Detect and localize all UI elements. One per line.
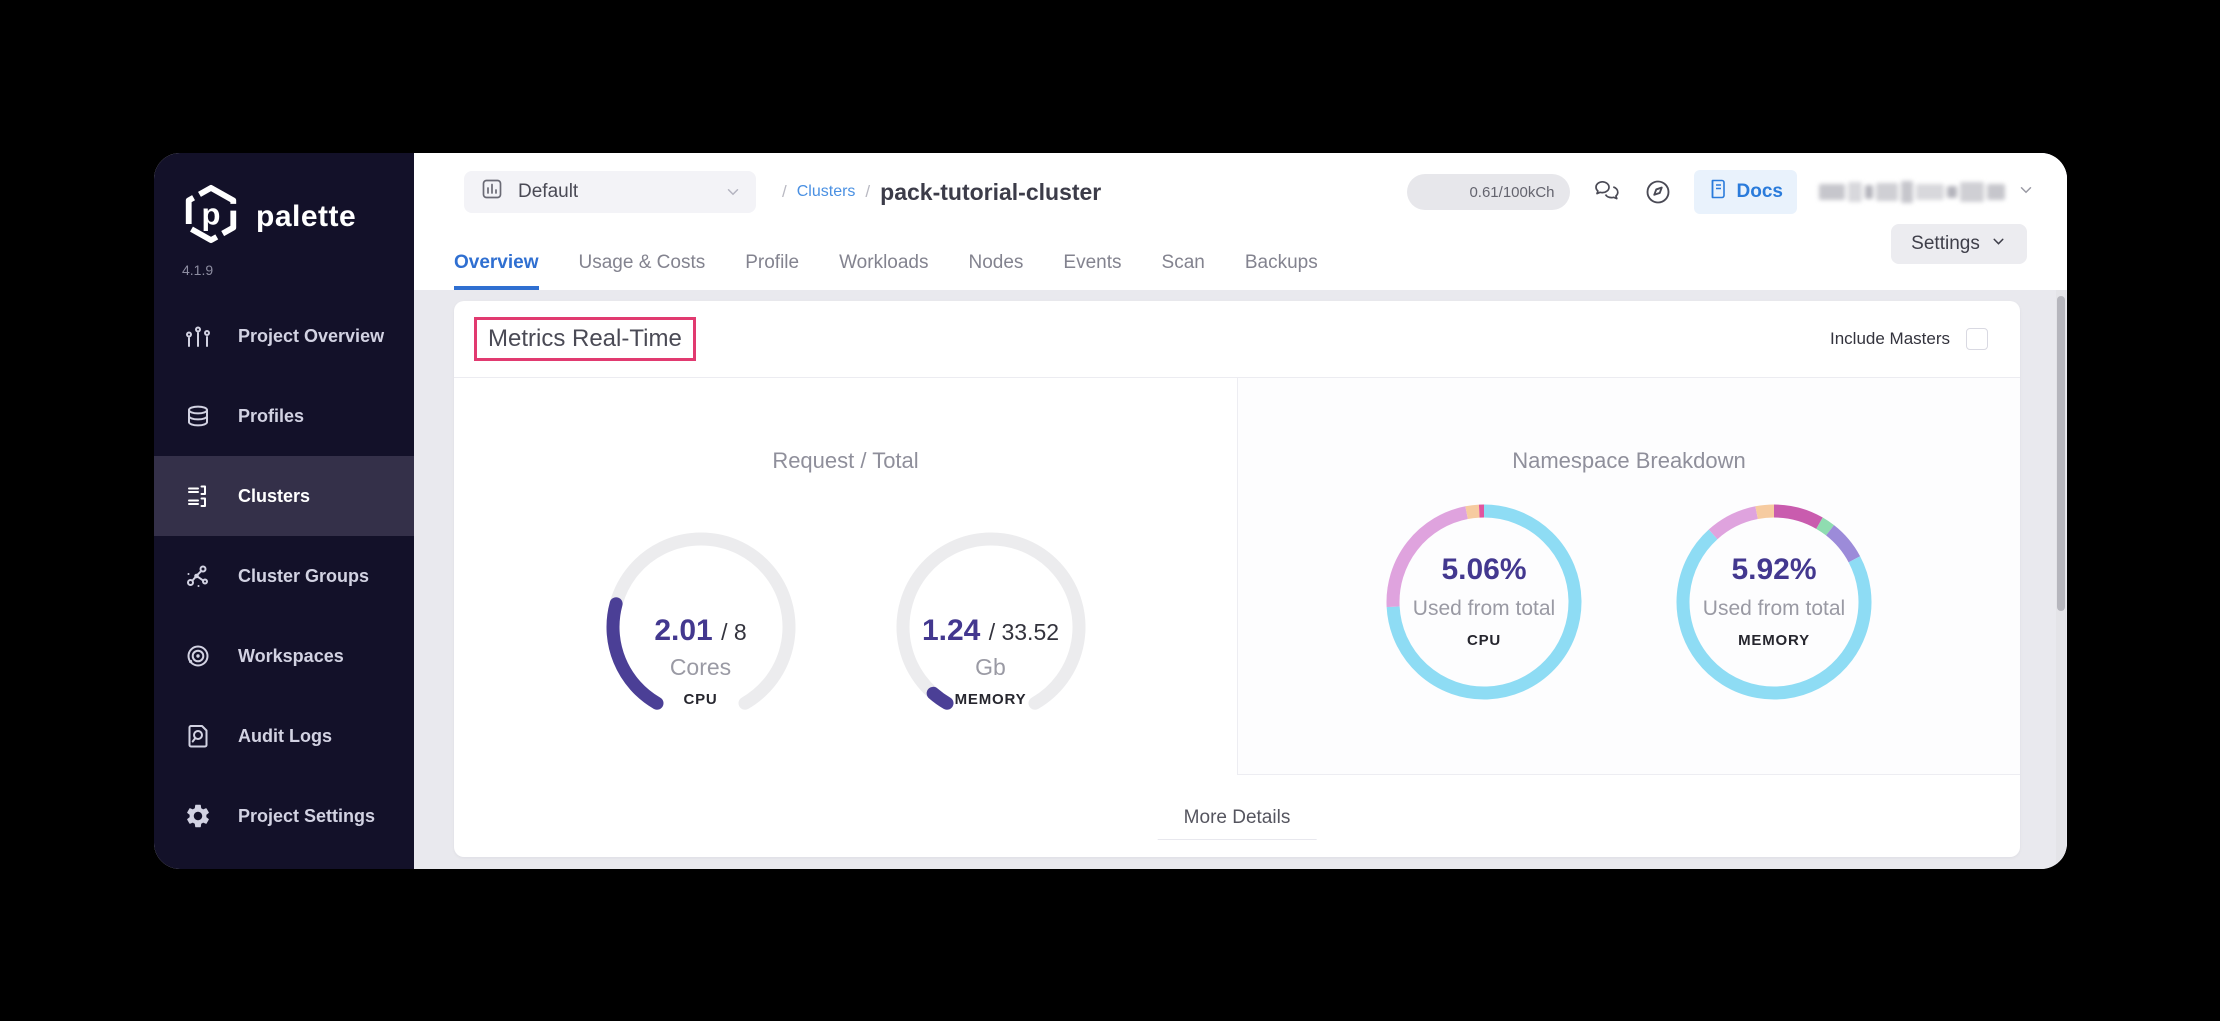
namespace-breakdown-panel: Namespace Breakdown 5.06% Used from tota… <box>1237 378 2020 775</box>
sidebar-item-label: Project Overview <box>238 326 384 347</box>
tab-bar: Overview Usage & Costs Profile Workloads Nod… <box>454 252 1318 290</box>
gauge-cpu: 2.01 / 8 Cores CPU <box>602 528 800 726</box>
docs-button[interactable]: Docs <box>1694 170 1797 214</box>
gauges-row: 2.01 / 8 Cores CPU 1.24 / 33.52 Gb MEMOR… <box>454 528 1237 726</box>
app-name: palette <box>256 200 356 234</box>
user-name-redacted <box>1819 181 2005 203</box>
gauge-value: 1.24 / 33.52 <box>892 614 1090 648</box>
feedback-chat-button[interactable] <box>1592 178 1622 206</box>
gauge-memory: 1.24 / 33.52 Gb MEMORY <box>892 528 1090 726</box>
sidebar-item-label: Project Settings <box>238 806 375 827</box>
include-masters-checkbox[interactable] <box>1966 328 1988 350</box>
project-selector-value: Default <box>518 181 578 203</box>
breadcrumb-current: pack-tutorial-cluster <box>880 179 1101 206</box>
project-selector[interactable]: Default <box>464 171 756 213</box>
sidebar-item-cluster-groups[interactable]: Cluster Groups <box>154 536 414 616</box>
include-masters: Include Masters <box>1830 328 1988 350</box>
settings-button[interactable]: Settings <box>1891 224 2027 264</box>
metrics-card-header: Metrics Real-Time Include Masters <box>454 301 2020 378</box>
sidebar-item-label: Profiles <box>238 406 304 427</box>
cluster-list-icon <box>184 482 212 510</box>
donut-cpu: 5.06% Used from total CPU <box>1385 503 1583 701</box>
breadcrumb-separator: / <box>782 182 787 202</box>
scrollbar-thumb[interactable] <box>2057 296 2065 611</box>
palette-logo-icon: p <box>180 183 242 250</box>
more-details-button[interactable]: More Details <box>1158 807 1317 840</box>
settings-label: Settings <box>1911 233 1980 255</box>
main-area: Default / Clusters / pack-tutorial-clust… <box>414 153 2067 869</box>
breadcrumb-separator: / <box>865 182 870 202</box>
orbit-icon <box>184 642 212 670</box>
sidebar-item-project-settings[interactable]: Project Settings <box>154 776 414 856</box>
tabs-row: Overview Usage & Costs Profile Workloads Nod… <box>414 217 2067 290</box>
sidebar-item-project-overview[interactable]: Project Overview <box>154 296 414 376</box>
request-total-panel: Request / Total 2.01 / 8 Cores CPU 1.24 … <box>454 378 1237 775</box>
tab-backups[interactable]: Backups <box>1245 252 1318 290</box>
scrollbar-track <box>2056 290 2066 869</box>
chevron-down-icon <box>724 183 742 201</box>
gear-icon <box>184 802 212 830</box>
donut-value: 5.92% <box>1675 553 1873 587</box>
gauge-unit: Gb <box>892 654 1090 681</box>
network-icon <box>184 562 212 590</box>
donut-subtitle: Used from total <box>1385 597 1583 621</box>
donuts-row: 5.06% Used from total CPU 5.92% Used fro… <box>1238 503 2020 701</box>
tab-scan[interactable]: Scan <box>1162 252 1205 290</box>
sidebar-nav: Project Overview Profiles Clusters Cluster … <box>154 296 414 856</box>
metrics-title: Metrics Real-Time <box>488 325 682 352</box>
sidebar-item-label: Cluster Groups <box>238 566 369 587</box>
namespace-breakdown-title: Namespace Breakdown <box>1238 448 2020 474</box>
metrics-title-highlight: Metrics Real-Time <box>474 317 696 361</box>
content-area: Metrics Real-Time Include Masters Reques… <box>414 290 2067 869</box>
docs-label: Docs <box>1737 181 1783 203</box>
app-window: p palette 4.1.9 Project Overview Profiles… <box>154 153 2067 869</box>
gauge-label: MEMORY <box>892 691 1090 708</box>
sidebar-item-label: Audit Logs <box>238 726 332 747</box>
book-icon <box>1708 178 1728 206</box>
sidebar-item-label: Clusters <box>238 486 310 507</box>
breadcrumb: / Clusters / pack-tutorial-cluster <box>782 179 1101 206</box>
logo: p palette <box>154 153 414 250</box>
tab-profile[interactable]: Profile <box>745 252 799 290</box>
audit-log-icon <box>184 722 212 750</box>
donut-label: MEMORY <box>1675 632 1873 649</box>
app-version: 4.1.9 <box>154 262 414 278</box>
donut-value: 5.06% <box>1385 553 1583 587</box>
tab-usage-costs[interactable]: Usage & Costs <box>579 252 706 290</box>
donut-memory: 5.92% Used from total MEMORY <box>1675 503 1873 701</box>
metrics-card-body: Request / Total 2.01 / 8 Cores CPU 1.24 … <box>454 378 2020 856</box>
tab-nodes[interactable]: Nodes <box>969 252 1024 290</box>
svg-text:p: p <box>202 197 221 232</box>
bar-chart-icon <box>480 177 504 207</box>
tab-overview[interactable]: Overview <box>454 252 539 290</box>
sidebar-item-label: Workspaces <box>238 646 344 667</box>
gauge-unit: Cores <box>602 654 800 681</box>
request-total-title: Request / Total <box>454 448 1237 474</box>
topbar-row: Default / Clusters / pack-tutorial-clust… <box>414 153 2067 217</box>
layers-icon <box>184 402 212 430</box>
sidebar-item-profiles[interactable]: Profiles <box>154 376 414 456</box>
sidebar-item-clusters[interactable]: Clusters <box>154 456 414 536</box>
tab-events[interactable]: Events <box>1063 252 1121 290</box>
help-compass-button[interactable] <box>1644 178 1672 206</box>
user-menu[interactable] <box>1819 181 2035 204</box>
gauge-value: 2.01 / 8 <box>602 614 800 648</box>
usage-quota-pill: 0.61/100kCh <box>1407 174 1570 210</box>
donut-subtitle: Used from total <box>1675 597 1873 621</box>
donut-label: CPU <box>1385 632 1583 649</box>
sidebar-item-workspaces[interactable]: Workspaces <box>154 616 414 696</box>
tab-workloads[interactable]: Workloads <box>839 252 928 290</box>
include-masters-label: Include Masters <box>1830 329 1950 349</box>
chevron-down-icon <box>2017 181 2035 204</box>
metrics-card: Metrics Real-Time Include Masters Reques… <box>454 301 2020 857</box>
chevron-down-icon <box>1990 233 2007 256</box>
sidebar: p palette 4.1.9 Project Overview Profiles… <box>154 153 414 869</box>
gauge-label: CPU <box>602 691 800 708</box>
sidebar-item-audit-logs[interactable]: Audit Logs <box>154 696 414 776</box>
breadcrumb-link-clusters[interactable]: Clusters <box>797 183 856 201</box>
topbar: Default / Clusters / pack-tutorial-clust… <box>414 153 2067 290</box>
topbar-right: 0.61/100kCh <box>1407 170 2035 214</box>
chart-icon <box>184 322 212 350</box>
